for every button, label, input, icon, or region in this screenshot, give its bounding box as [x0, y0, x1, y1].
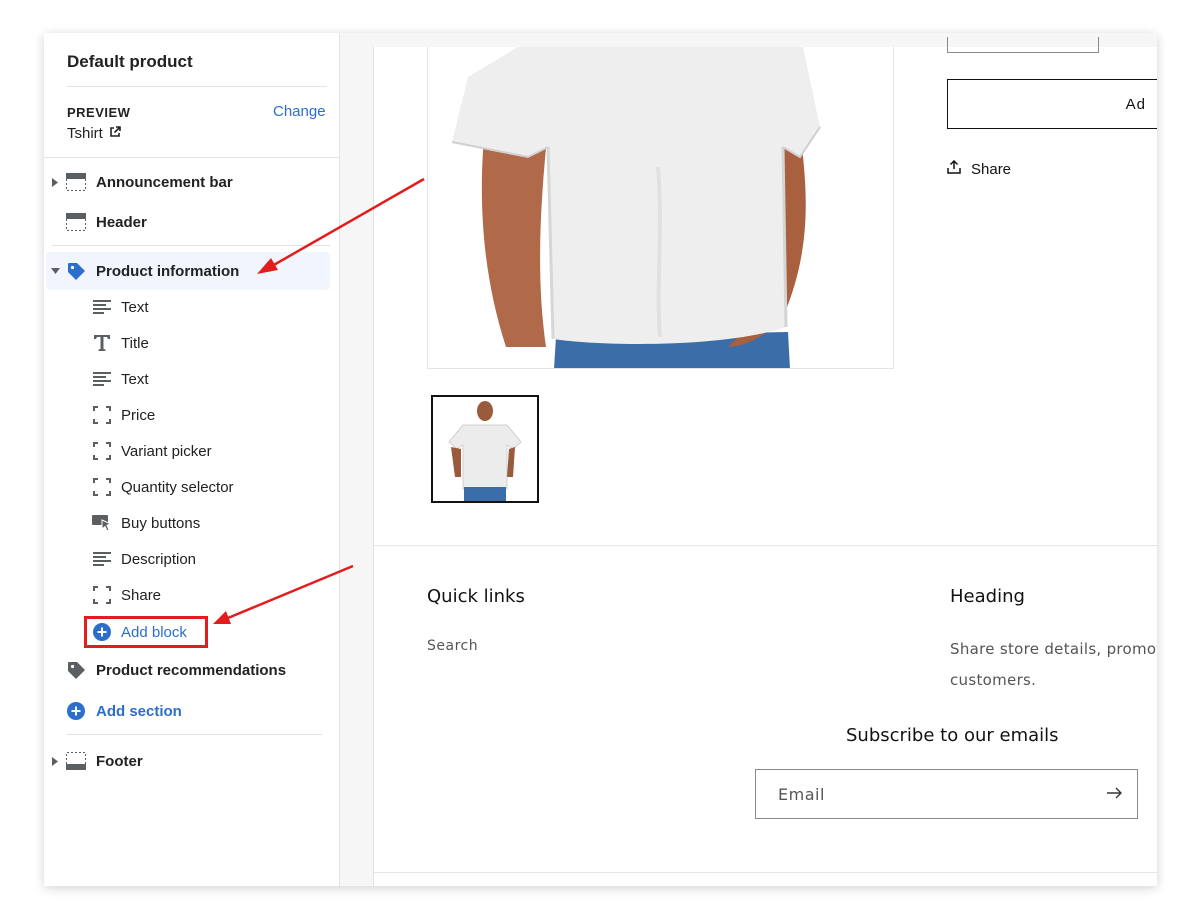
block-item-text[interactable]: Text [44, 289, 340, 325]
page-title: Default product [67, 52, 193, 71]
dashed-block-icon [92, 585, 112, 605]
theme-editor-window: Default product PREVIEW Change Tshirt An… [44, 33, 1157, 886]
external-link-icon[interactable] [109, 125, 121, 142]
divider [44, 157, 340, 158]
arrow-right-icon[interactable] [1107, 784, 1123, 805]
dashed-block-icon [92, 441, 112, 461]
annotation-highlight-box [84, 616, 208, 648]
layout-header-icon [66, 212, 86, 232]
section-label: Product recommendations [96, 661, 287, 679]
caret-right-icon[interactable] [50, 177, 60, 187]
tag-icon [66, 660, 86, 680]
preview-product-name: Tshirt [67, 125, 103, 142]
preview-canvas: Ad Share Quick links Search Heading Shar… [373, 37, 1157, 886]
section-product-recommendations[interactable]: Product recommendations [44, 652, 340, 688]
block-label: Buy buttons [121, 514, 201, 532]
block-label: Quantity selector [121, 478, 234, 496]
add-section-label: Add section [96, 702, 182, 720]
divider [374, 872, 1157, 873]
section-label: Header [96, 213, 147, 231]
block-item-buy-buttons[interactable]: Buy buttons [44, 505, 340, 541]
section-footer[interactable]: Footer [44, 743, 340, 779]
section-announcement-bar[interactable]: Announcement bar [44, 164, 340, 200]
divider [374, 545, 1157, 546]
subscribe-heading: Subscribe to our emails [846, 725, 1059, 746]
email-placeholder: Email [778, 785, 825, 804]
section-header[interactable]: Header [44, 204, 340, 240]
share-label: Share [971, 160, 1012, 178]
quantity-selector-partial[interactable] [947, 37, 1099, 53]
add-to-cart-button[interactable]: Ad [947, 79, 1157, 129]
section-label: Footer [96, 752, 143, 770]
text-lines-icon [92, 549, 112, 569]
share-upload-icon [947, 159, 961, 178]
tag-icon [66, 261, 86, 281]
divider [67, 86, 327, 87]
preview-product[interactable]: Tshirt [67, 125, 121, 142]
block-label: Variant picker [121, 442, 212, 460]
dashed-block-icon [92, 477, 112, 497]
block-label: Text [121, 298, 149, 316]
storefront-preview: Ad Share Quick links Search Heading Shar… [340, 33, 1157, 886]
email-input[interactable]: Email [755, 769, 1138, 819]
divider [52, 245, 330, 246]
divider [66, 734, 322, 735]
block-item-description[interactable]: Description [44, 541, 340, 577]
add-section-button[interactable]: Add section [44, 693, 340, 729]
caret-down-icon[interactable] [50, 266, 60, 276]
plus-circle-icon [66, 701, 86, 721]
preview-label: PREVIEW [67, 105, 131, 120]
section-product-information[interactable]: Product information [44, 253, 340, 289]
quick-links-heading: Quick links [427, 586, 525, 607]
block-item-title[interactable]: Title [44, 325, 340, 361]
footer-link-search[interactable]: Search [427, 638, 478, 654]
block-label: Price [121, 406, 156, 424]
sidebar: Default product PREVIEW Change Tshirt An… [44, 33, 340, 886]
product-thumbnail[interactable] [431, 395, 539, 503]
block-label: Text [121, 370, 149, 388]
footer-heading-text: Share store details, promot customers. [950, 640, 1157, 689]
dashed-block-icon [92, 405, 112, 425]
text-lines-icon [92, 297, 112, 317]
title-t-icon [92, 333, 112, 353]
block-item-variant-picker[interactable]: Variant picker [44, 433, 340, 469]
block-item-price[interactable]: Price [44, 397, 340, 433]
block-label: Title [121, 334, 149, 352]
product-main-image[interactable] [427, 47, 894, 369]
caret-right-icon[interactable] [50, 756, 60, 766]
share-button[interactable]: Share [947, 159, 1012, 178]
footer-heading: Heading [950, 586, 1025, 607]
text-lines-icon [92, 369, 112, 389]
layout-header-icon [66, 172, 86, 192]
layout-footer-icon [66, 751, 86, 771]
block-item-quantity-selector[interactable]: Quantity selector [44, 469, 340, 505]
change-preview-button[interactable]: Change [273, 103, 326, 120]
section-label: Product information [96, 262, 240, 280]
block-item-text[interactable]: Text [44, 361, 340, 397]
block-label: Description [121, 550, 197, 568]
block-label: Share [121, 586, 162, 604]
section-label: Announcement bar [96, 173, 233, 191]
buy-cursor-icon [92, 513, 112, 533]
block-item-share[interactable]: Share [44, 577, 340, 613]
